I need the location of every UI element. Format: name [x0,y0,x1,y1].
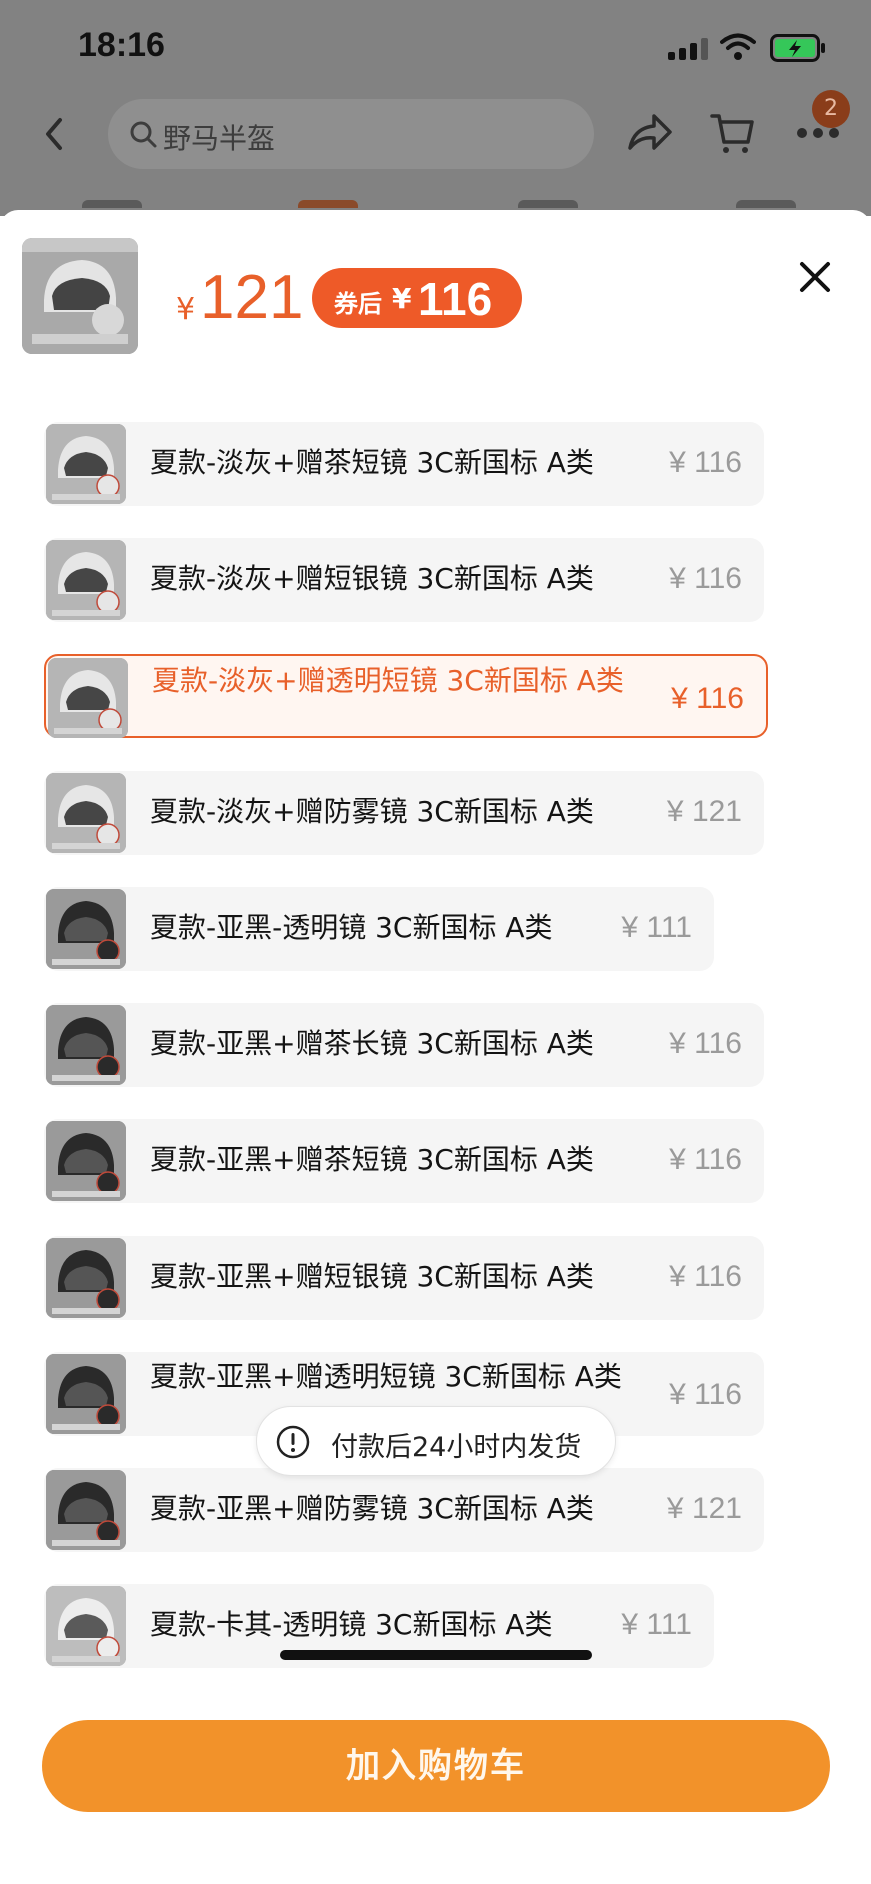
coupon-price-badge: 券后 ¥ 116 [312,268,522,328]
sku-option[interactable]: 夏款-淡灰+赠茶短镜 3C新国标 A类 ¥ 116 [44,422,764,506]
price-value: 121 [200,263,304,332]
coupon-label: 券后 [334,290,382,318]
sku-option-name: 夏款-亚黑+赠茶短镜 3C新国标 A类 [150,1143,594,1176]
sku-option-thumbnail [48,658,128,738]
sku-selection-sheet: ¥ 121 券后 ¥ 116 夏款-淡灰+赠茶短镜 3C新国标 A类 ¥ 116 夏… [0,210,871,1884]
helmet-image [22,238,138,354]
add-to-cart-button[interactable]: 加入购物车 [42,1720,830,1812]
sku-option-price: ¥ 116 [669,1027,742,1060]
sku-option-price: ¥ 116 [669,1378,742,1411]
sku-option[interactable]: 夏款-淡灰+赠短银镜 3C新国标 A类 ¥ 116 [44,538,764,622]
sku-option-name: 夏款-亚黑+赠防雾镜 3C新国标 A类 [150,1492,594,1525]
search-icon [130,121,157,148]
sku-option-name: 夏款-亚黑+赠茶长镜 3C新国标 A类 [150,1027,594,1060]
coupon-currency: ¥ [392,282,412,315]
coupon-price: 116 [418,273,493,325]
search-input[interactable]: 野马半盔 [108,99,594,169]
sku-option[interactable]: 夏款-亚黑-透明镜 3C新国标 A类 ¥ 111 [44,887,714,971]
sku-option-thumbnail [46,540,126,620]
sku-option[interactable]: 夏款-亚黑+赠短银镜 3C新国标 A类 ¥ 116 [44,1236,764,1320]
dimmed-product-page: 18:16 野马半盔 2 [0,0,871,216]
product-thumbnail[interactable] [22,238,138,354]
sku-option-thumbnail [46,1121,126,1201]
sku-option-price: ¥ 121 [666,1492,742,1525]
sku-option-thumbnail [46,1005,126,1085]
battery-icon [770,34,825,62]
signal-icon [668,38,710,60]
sku-option-thumbnail [46,1354,126,1434]
sku-option-name: 夏款-亚黑+赠透明短镜 3C新国标 A类 [150,1360,622,1393]
sku-option-name: 夏款-淡灰+赠短银镜 3C新国标 A类 [150,562,594,595]
shipping-toast: 付款后24小时内发货 [256,1406,616,1476]
wifi-icon [720,33,756,60]
sku-option-price: ¥ 116 [669,1143,742,1176]
sku-option-price: ¥ 116 [669,1260,742,1293]
sku-option-name: 夏款-亚黑+赠短银镜 3C新国标 A类 [150,1260,594,1293]
toast-text: 付款后24小时内发货 [331,1432,582,1463]
search-placeholder: 野马半盔 [163,122,276,155]
sku-option-thumbnail [46,889,126,969]
info-icon [276,1425,310,1459]
sku-option-thumbnail [46,1586,126,1666]
cart-icon[interactable] [710,110,756,156]
sku-option[interactable]: 夏款-淡灰+赠透明短镜 3C新国标 A类 ¥ 116 [44,654,768,738]
sku-option[interactable]: 夏款-淡灰+赠防雾镜 3C新国标 A类 ¥ 121 [44,771,764,855]
sku-option-name: 夏款-淡灰+赠透明短镜 3C新国标 A类 [152,664,624,697]
sku-option-price: ¥ 121 [666,795,742,828]
cart-count-badge: 2 [812,90,850,128]
sku-option-name: 夏款-淡灰+赠防雾镜 3C新国标 A类 [150,795,594,828]
price-currency: ¥ [176,292,196,327]
sku-option-price: ¥ 111 [621,1608,692,1641]
sku-option-name: 夏款-亚黑-透明镜 3C新国标 A类 [150,911,553,944]
sku-option-price: ¥ 116 [669,446,742,479]
sku-option-price: ¥ 116 [669,562,742,595]
sku-option-price: ¥ 116 [671,682,744,715]
sku-option-name: 夏款-卡其-透明镜 3C新国标 A类 [150,1608,553,1641]
sku-option-thumbnail [46,1238,126,1318]
sku-option-name: 夏款-淡灰+赠茶短镜 3C新国标 A类 [150,446,594,479]
more-icon[interactable] [796,126,840,140]
share-icon[interactable] [626,112,674,154]
sku-option[interactable]: 夏款-亚黑+赠防雾镜 3C新国标 A类 ¥ 121 [44,1468,764,1552]
back-arrow-icon[interactable] [38,114,70,154]
status-time: 18:16 [78,26,165,64]
status-bar: 18:16 [0,0,871,96]
sku-option-price: ¥ 111 [621,911,692,944]
sku-option-thumbnail [46,773,126,853]
close-icon[interactable] [798,260,832,294]
sku-option-thumbnail [46,1470,126,1550]
sku-option[interactable]: 夏款-亚黑+赠茶长镜 3C新国标 A类 ¥ 116 [44,1003,764,1087]
top-navbar: 野马半盔 2 [0,90,871,176]
sku-option-thumbnail [46,424,126,504]
home-indicator [280,1650,592,1660]
sku-option[interactable]: 夏款-亚黑+赠茶短镜 3C新国标 A类 ¥ 116 [44,1119,764,1203]
